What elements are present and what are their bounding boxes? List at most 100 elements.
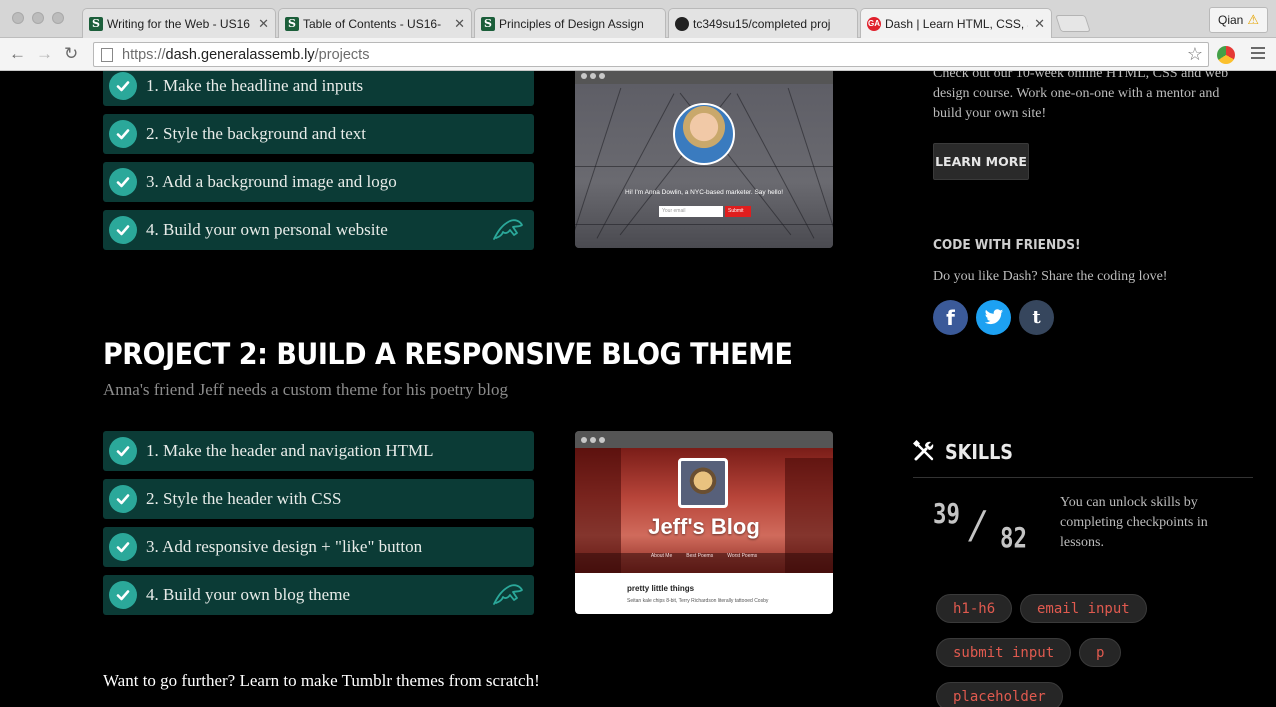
skills-unlocked-count: 39 [933, 497, 960, 530]
preview-submit-button: Submit [725, 206, 751, 217]
preview-blog-title: Jeff's Blog [648, 514, 760, 539]
project2-step-3[interactable]: 3. Add responsive design + "like" button [103, 527, 534, 567]
extension-icon[interactable] [1217, 46, 1235, 64]
tab-title: tc349su15/completed proj [693, 16, 831, 31]
tab-table-of-contents[interactable]: S Table of Contents - US16- ✕ [278, 8, 472, 38]
close-tab-icon[interactable]: ✕ [1034, 16, 1045, 32]
preview-nav-item: Best Poems [686, 553, 714, 559]
tab-title: Writing for the Web - US16 [107, 16, 250, 31]
code-with-friends-heading: CODE WITH FRIENDS! [933, 237, 1081, 253]
preview-nav-item: About Me [650, 553, 673, 559]
tab-title: Table of Contents - US16- [303, 16, 442, 31]
pointing-hand-icon [493, 584, 523, 605]
tab-title: Dash | Learn HTML, CSS, Ja [885, 16, 1029, 31]
preview-tagline: Hi! I'm Anna Dowlin, a NYC-based markete… [624, 189, 784, 196]
code-with-friends-text: Do you like Dash? Share the coding love! [933, 269, 1168, 284]
checkmark-icon [109, 485, 137, 513]
project2-step-4[interactable]: 4. Build your own blog theme [103, 575, 534, 615]
step-label: 4. Build your own blog theme [146, 585, 350, 604]
anna-avatar [673, 103, 735, 165]
project1-step-2[interactable]: 2. Style the background and text [103, 114, 534, 154]
skill-tag-submit-input[interactable]: submit input [936, 638, 1072, 667]
preview-blog-nav: About Me Best Poems Worst Poems [575, 553, 833, 559]
checkmark-icon [109, 120, 137, 148]
forward-arrow-icon[interactable]: → [36, 44, 53, 64]
facebook-icon[interactable]: f [933, 300, 968, 335]
preview-blog-post: pretty little things Seitan kale chips 8… [575, 573, 833, 614]
bookmark-star-icon[interactable]: ☆ [1187, 44, 1203, 65]
course-promo-text: Check out our 10-week online HTML, CSS a… [933, 71, 1229, 121]
preview-blog-header: Jeff's Blog About Me Best Poems Worst Po… [575, 448, 833, 573]
menu-icon[interactable] [1251, 47, 1265, 62]
skill-tag-placeholder[interactable]: placeholder [936, 682, 1063, 707]
project1-preview[interactable]: Hi! I'm Anna Dowlin, a NYC-based markete… [575, 71, 833, 248]
page-icon [101, 47, 113, 62]
preview-nav-item: Worst Poems [727, 553, 758, 559]
skills-slash: / [967, 503, 988, 547]
step-label: 1. Make the header and navigation HTML [146, 441, 434, 460]
checkmark-icon [109, 533, 137, 561]
checkmark-icon [109, 581, 137, 609]
minimize-window-button[interactable] [32, 12, 44, 24]
tab-bar: S Writing for the Web - US16 ✕ S Table o… [0, 0, 1276, 38]
go-further-link[interactable]: Want to go further? Learn to make Tumblr… [103, 671, 540, 691]
project1-step-4[interactable]: 4. Build your own personal website [103, 210, 534, 250]
tab-writing-for-web[interactable]: S Writing for the Web - US16 ✕ [82, 8, 276, 38]
project1-step-1[interactable]: 1. Make the headline and inputs [103, 71, 534, 106]
checkmark-icon [109, 216, 137, 244]
skills-divider [913, 477, 1253, 478]
new-tab-button[interactable] [1055, 15, 1091, 32]
profile-button[interactable]: Qian ⚠ [1208, 7, 1268, 33]
step-label: 3. Add a background image and logo [146, 172, 397, 191]
preview-post-title: pretty little things [627, 584, 695, 593]
checkmark-icon [109, 72, 137, 100]
warning-icon: ⚠ [1247, 12, 1259, 27]
twitter-icon[interactable] [976, 300, 1011, 335]
reload-icon[interactable]: ↻ [64, 44, 78, 64]
project2-preview[interactable]: Jeff's Blog About Me Best Poems Worst Po… [575, 431, 833, 614]
msu-favicon-icon: S [89, 16, 103, 31]
zoom-window-button[interactable] [52, 12, 64, 24]
tab-dash-active[interactable]: GA Dash | Learn HTML, CSS, Ja ✕ [860, 8, 1052, 38]
tab-principles-of-design[interactable]: S Principles of Design Assign [474, 8, 666, 38]
tumblr-icon[interactable]: t [1019, 300, 1054, 335]
msu-favicon-icon: S [481, 16, 495, 31]
step-label: 1. Make the headline and inputs [146, 76, 364, 95]
step-label: 3. Add responsive design + "like" button [146, 537, 423, 556]
url-scheme: https:// [122, 46, 166, 63]
back-arrow-icon[interactable]: ← [9, 44, 26, 64]
skill-tag-p[interactable]: p [1079, 638, 1122, 667]
preview-bridge-background: Hi! I'm Anna Dowlin, a NYC-based markete… [575, 84, 833, 248]
profile-name: Qian [1217, 13, 1244, 27]
preview-window-bar [575, 431, 833, 448]
msu-favicon-icon: S [285, 16, 299, 31]
project2-step-2[interactable]: 2. Style the header with CSS [103, 479, 534, 519]
skill-tag-h1-h6[interactable]: h1-h6 [936, 594, 1013, 623]
project1-step-3[interactable]: 3. Add a background image and logo [103, 162, 534, 202]
skills-description: You can unlock skills by completing chec… [1060, 495, 1208, 550]
page-content: 1. Make the headline and inputs 2. Style… [0, 71, 1276, 707]
project2-subtitle: Anna's friend Jeff needs a custom theme … [103, 380, 508, 399]
pointing-hand-icon [493, 219, 523, 240]
tab-title: Principles of Design Assign [499, 16, 644, 31]
preview-post-text: Seitan kale chips 8-bit, Terry Richardso… [627, 598, 769, 604]
browser-toolbar: ← → ↻ https:// dash.generalassemb.ly /pr… [0, 38, 1276, 71]
tab-github-repo[interactable]: tc349su15/completed proj [668, 8, 858, 38]
url-host: dash.generalassemb.ly [165, 46, 315, 63]
project2-step-1[interactable]: 1. Make the header and navigation HTML [103, 431, 534, 471]
project2-title: PROJECT 2: BUILD A RESPONSIVE BLOG THEME [103, 337, 793, 371]
github-icon [675, 16, 689, 31]
skills-total-count: 82 [1000, 521, 1027, 554]
step-label: 4. Build your own personal website [146, 220, 388, 239]
checkmark-icon [109, 168, 137, 196]
learn-more-button[interactable]: LEARN MORE [933, 143, 1029, 180]
jeff-avatar [678, 458, 728, 508]
close-tab-icon[interactable]: ✕ [454, 16, 465, 32]
address-bar[interactable]: https:// dash.generalassemb.ly /projects… [93, 42, 1209, 67]
close-tab-icon[interactable]: ✕ [258, 16, 269, 32]
close-window-button[interactable] [12, 12, 24, 24]
general-assembly-favicon-icon: GA [867, 16, 881, 31]
skill-tag-email-input[interactable]: email input [1020, 594, 1147, 623]
preview-window-bar [575, 71, 833, 84]
skills-heading: SKILLS [945, 440, 1013, 464]
